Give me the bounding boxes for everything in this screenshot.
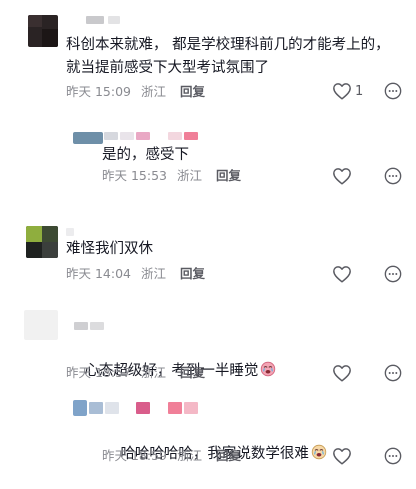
comment-item: 科创本来就难， 都是学校理科前几的才能考上的，就当提前感受下大型考试氛围了 昨天… <box>0 0 416 110</box>
reply-button[interactable]: 回复 <box>216 168 241 184</box>
comment-location: 浙江 <box>177 448 203 463</box>
comment-time: 昨天 18:59 <box>102 448 167 463</box>
username[interactable] <box>89 402 103 414</box>
like-count: 1 <box>355 83 364 99</box>
crying-face-emoji-icon <box>261 361 276 377</box>
comment-location: 浙江 <box>177 168 203 183</box>
username[interactable] <box>105 402 119 414</box>
comment-item: 难怪我们双休 昨天 14:04 浙江 回复 <box>0 220 416 290</box>
reply-button[interactable]: 回复 <box>180 266 205 282</box>
reply-button[interactable]: 回复 <box>180 365 205 381</box>
comment-meta: 昨天 15:53 浙江 回复 <box>102 168 251 184</box>
comment-time: 昨天 15:09 <box>66 84 131 99</box>
avatar[interactable] <box>24 310 58 340</box>
more-circle-icon <box>384 265 402 283</box>
username[interactable] <box>104 132 118 140</box>
comment-location: 浙江 <box>141 266 167 281</box>
comment-time: 昨天 14:04 <box>66 266 131 281</box>
comment-item: 心态超级好，考到一半睡觉 昨天 18:57 浙江 回复 <box>0 310 416 390</box>
username[interactable] <box>184 402 198 414</box>
comment-text: 科创本来就难， 都是学校理科前几的才能考上的，就当提前感受下大型考试氛围了 <box>66 37 390 76</box>
more-button[interactable] <box>384 364 402 386</box>
comment-meta: 昨天 14:04 浙江 回复 <box>66 266 215 282</box>
comment-meta: 昨天 15:09 浙江 回复 <box>66 84 215 100</box>
comment-meta: 昨天 18:57 浙江 回复 <box>66 365 215 381</box>
like-button[interactable] <box>332 167 352 185</box>
like-button[interactable] <box>332 265 352 283</box>
avatar[interactable] <box>26 226 58 258</box>
username[interactable] <box>136 132 150 140</box>
reply-button[interactable]: 回复 <box>180 84 205 100</box>
heart-outline-icon <box>333 83 351 100</box>
more-circle-icon <box>384 364 402 382</box>
avatar[interactable] <box>73 400 87 416</box>
username[interactable] <box>86 16 104 24</box>
reply-item: 是的，感受下 昨天 15:53 浙江 回复 <box>0 120 416 190</box>
comment-meta: 昨天 18:59 浙江 回复 <box>102 448 251 464</box>
more-button[interactable] <box>384 265 402 287</box>
more-circle-icon <box>384 82 402 100</box>
comment-text: 难怪我们双休 <box>66 241 153 257</box>
comment-location: 浙江 <box>141 365 167 380</box>
like-button[interactable]: 1 <box>332 82 363 100</box>
reply-button[interactable]: 回复 <box>216 448 241 464</box>
like-button[interactable] <box>332 447 352 465</box>
comment-text: 是的，感受下 <box>102 147 189 163</box>
username[interactable] <box>136 402 150 414</box>
comment-location: 浙江 <box>141 84 167 99</box>
more-button[interactable] <box>384 167 402 189</box>
username[interactable] <box>108 16 120 24</box>
avatar[interactable] <box>73 132 103 144</box>
username[interactable] <box>74 322 88 330</box>
heart-outline-icon <box>333 448 351 465</box>
reply-item: 哈哈哈哈哈，我家说数学很难 昨天 18:59 浙江 回复 <box>0 398 416 469</box>
username[interactable] <box>66 228 74 236</box>
heart-outline-icon <box>333 365 351 382</box>
username[interactable] <box>184 132 198 140</box>
username[interactable] <box>168 402 182 414</box>
username[interactable] <box>120 132 134 140</box>
username[interactable] <box>168 132 182 140</box>
username[interactable] <box>90 322 104 330</box>
comment-time: 昨天 18:57 <box>66 365 131 380</box>
more-circle-icon <box>384 447 402 465</box>
heart-outline-icon <box>333 168 351 185</box>
like-button[interactable] <box>332 364 352 382</box>
more-button[interactable] <box>384 447 402 469</box>
more-circle-icon <box>384 167 402 185</box>
heart-outline-icon <box>333 266 351 283</box>
comment-time: 昨天 15:53 <box>102 168 167 183</box>
more-button[interactable] <box>384 82 402 104</box>
avatar[interactable] <box>28 15 58 47</box>
crying-face-emoji-icon <box>311 444 327 460</box>
